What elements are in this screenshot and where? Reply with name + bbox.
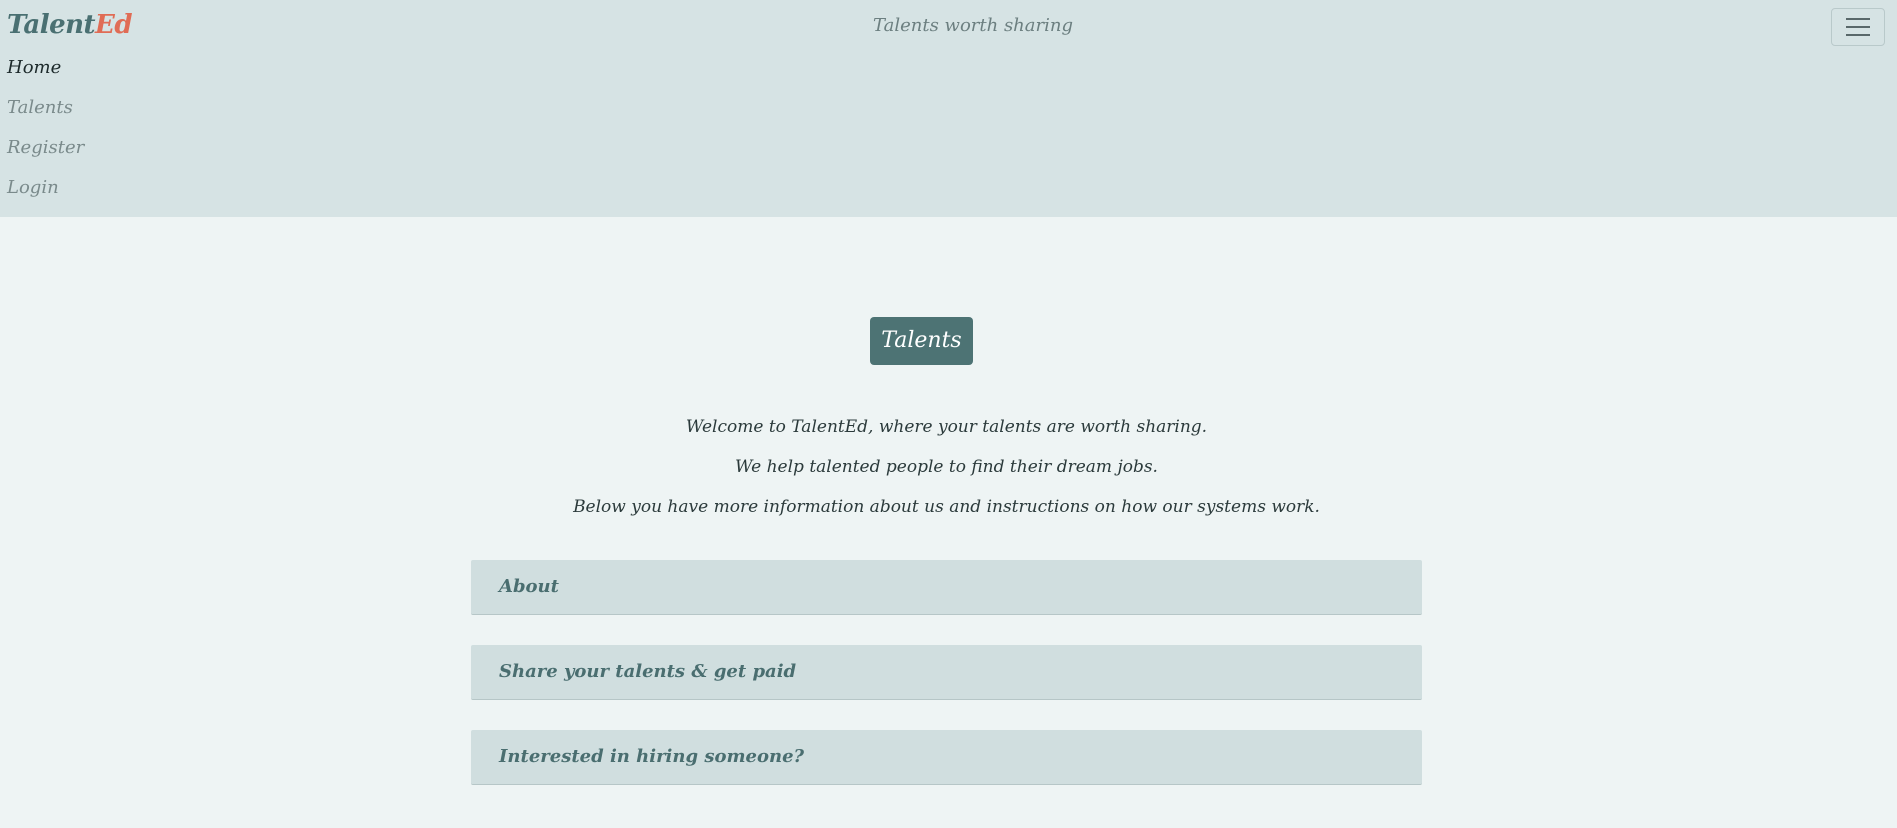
hamburger-icon xyxy=(1846,18,1870,20)
nav-link-register[interactable]: Register xyxy=(7,137,84,158)
intro-line-help: We help talented people to find their dr… xyxy=(735,457,1158,477)
info-accordion: About Share your talents & get paid Inte… xyxy=(471,560,1422,815)
nav-link-home[interactable]: Home xyxy=(7,57,61,78)
nav-item-register: Register xyxy=(7,132,84,172)
accordion-item-share-talents[interactable]: Share your talents & get paid xyxy=(471,645,1422,700)
nav-item-talents: Talents xyxy=(7,92,84,132)
menu-toggle-button[interactable] xyxy=(1831,8,1885,46)
hamburger-icon-line xyxy=(1846,34,1870,36)
accordion-item-hiring[interactable]: Interested in hiring someone? xyxy=(471,730,1422,785)
top-navbar: TalentEd Talents worth sharing Home Tale… xyxy=(0,0,1897,217)
site-tagline: Talents worth sharing xyxy=(873,15,1073,36)
nav-item-home: Home xyxy=(7,52,84,92)
page-title-badge: Talents xyxy=(870,317,973,365)
hamburger-icon-line xyxy=(1846,26,1870,28)
nav-link-talents[interactable]: Talents xyxy=(7,97,73,118)
intro-text: Welcome to TalentEd, where your talents … xyxy=(0,407,1893,527)
nav-item-login: Login xyxy=(7,172,84,212)
nav-link-login[interactable]: Login xyxy=(7,177,59,198)
main-content: Talents Welcome to TalentEd, where your … xyxy=(0,217,1897,828)
accordion-item-about[interactable]: About xyxy=(471,560,1422,615)
main-nav: Home Talents Register Login xyxy=(7,52,84,212)
intro-line-welcome: Welcome to TalentEd, where your talents … xyxy=(685,417,1208,437)
intro-line-info: Below you have more information about us… xyxy=(573,497,1320,517)
